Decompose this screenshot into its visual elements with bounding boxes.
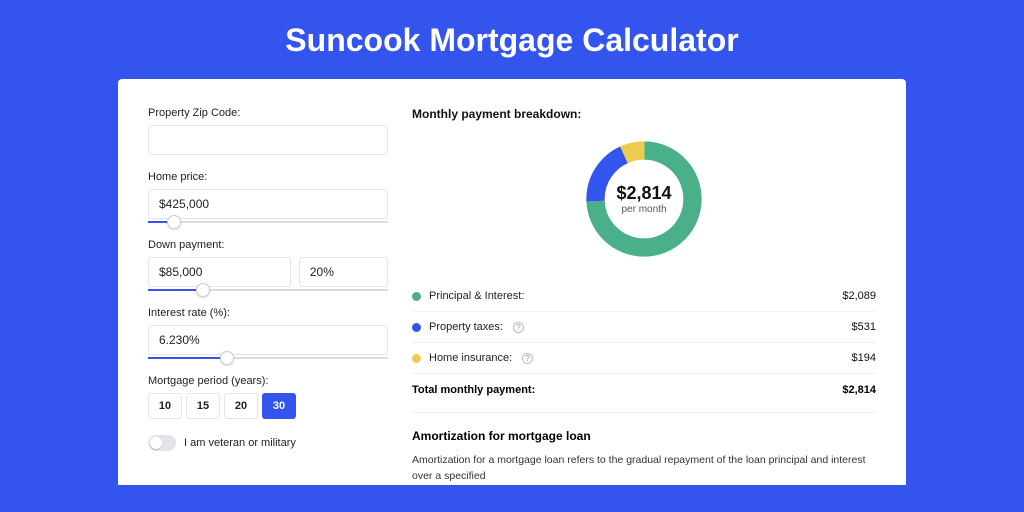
home-price-group: Home price:	[148, 171, 388, 223]
down-payment-input[interactable]	[148, 257, 291, 287]
total-row: Total monthly payment: $2,814	[412, 374, 876, 412]
period-label: Mortgage period (years):	[148, 375, 388, 387]
donut-chart: $2,814 per month	[580, 135, 708, 263]
period-20[interactable]: 20	[224, 393, 258, 419]
page-title: Suncook Mortgage Calculator	[0, 0, 1024, 79]
calculator-card: Property Zip Code: Home price: Down paym…	[118, 79, 906, 485]
dot-blue-icon	[412, 323, 421, 332]
veteran-row: I am veteran or military	[148, 435, 388, 451]
dot-yellow-icon	[412, 354, 421, 363]
period-15[interactable]: 15	[186, 393, 220, 419]
breakdown-title: Monthly payment breakdown:	[412, 107, 876, 121]
legend-label: Property taxes:	[429, 321, 503, 333]
legend-insurance: Home insurance: ? $194	[412, 343, 876, 374]
legend-principal: Principal & Interest: $2,089	[412, 281, 876, 312]
legend-value: $194	[852, 352, 876, 364]
legend-label: Principal & Interest:	[429, 290, 524, 302]
info-icon[interactable]: ?	[513, 322, 524, 333]
period-buttons: 10 15 20 30	[148, 393, 388, 419]
down-payment-label: Down payment:	[148, 239, 388, 251]
donut-amount: $2,814	[616, 183, 671, 204]
home-price-label: Home price:	[148, 171, 388, 183]
interest-label: Interest rate (%):	[148, 307, 388, 319]
donut-chart-wrap: $2,814 per month	[412, 135, 876, 263]
legend-label: Home insurance:	[429, 352, 512, 364]
period-10[interactable]: 10	[148, 393, 182, 419]
info-icon[interactable]: ?	[522, 353, 533, 364]
legend-value: $2,089	[842, 290, 876, 302]
veteran-toggle[interactable]	[148, 435, 176, 451]
down-payment-group: Down payment:	[148, 239, 388, 291]
zip-label: Property Zip Code:	[148, 107, 388, 119]
interest-group: Interest rate (%):	[148, 307, 388, 359]
form-panel: Property Zip Code: Home price: Down paym…	[148, 107, 388, 485]
interest-slider[interactable]	[148, 357, 388, 359]
amortization-section: Amortization for mortgage loan Amortizat…	[412, 412, 876, 485]
period-group: Mortgage period (years): 10 15 20 30	[148, 375, 388, 419]
down-payment-pct-input[interactable]	[299, 257, 388, 287]
dot-green-icon	[412, 292, 421, 301]
zip-input[interactable]	[148, 125, 388, 155]
veteran-label: I am veteran or military	[184, 437, 296, 449]
legend-taxes: Property taxes: ? $531	[412, 312, 876, 343]
down-payment-slider[interactable]	[148, 289, 388, 291]
interest-input[interactable]	[148, 325, 388, 355]
home-price-input[interactable]	[148, 189, 388, 219]
legend-value: $531	[852, 321, 876, 333]
total-value: $2,814	[842, 384, 876, 396]
total-label: Total monthly payment:	[412, 384, 535, 396]
amortization-text: Amortization for a mortgage loan refers …	[412, 453, 876, 485]
zip-group: Property Zip Code:	[148, 107, 388, 155]
donut-sub: per month	[621, 204, 666, 215]
breakdown-panel: Monthly payment breakdown: $2,814 per mo…	[412, 107, 876, 485]
period-30[interactable]: 30	[262, 393, 296, 419]
home-price-slider[interactable]	[148, 221, 388, 223]
amortization-title: Amortization for mortgage loan	[412, 429, 876, 443]
